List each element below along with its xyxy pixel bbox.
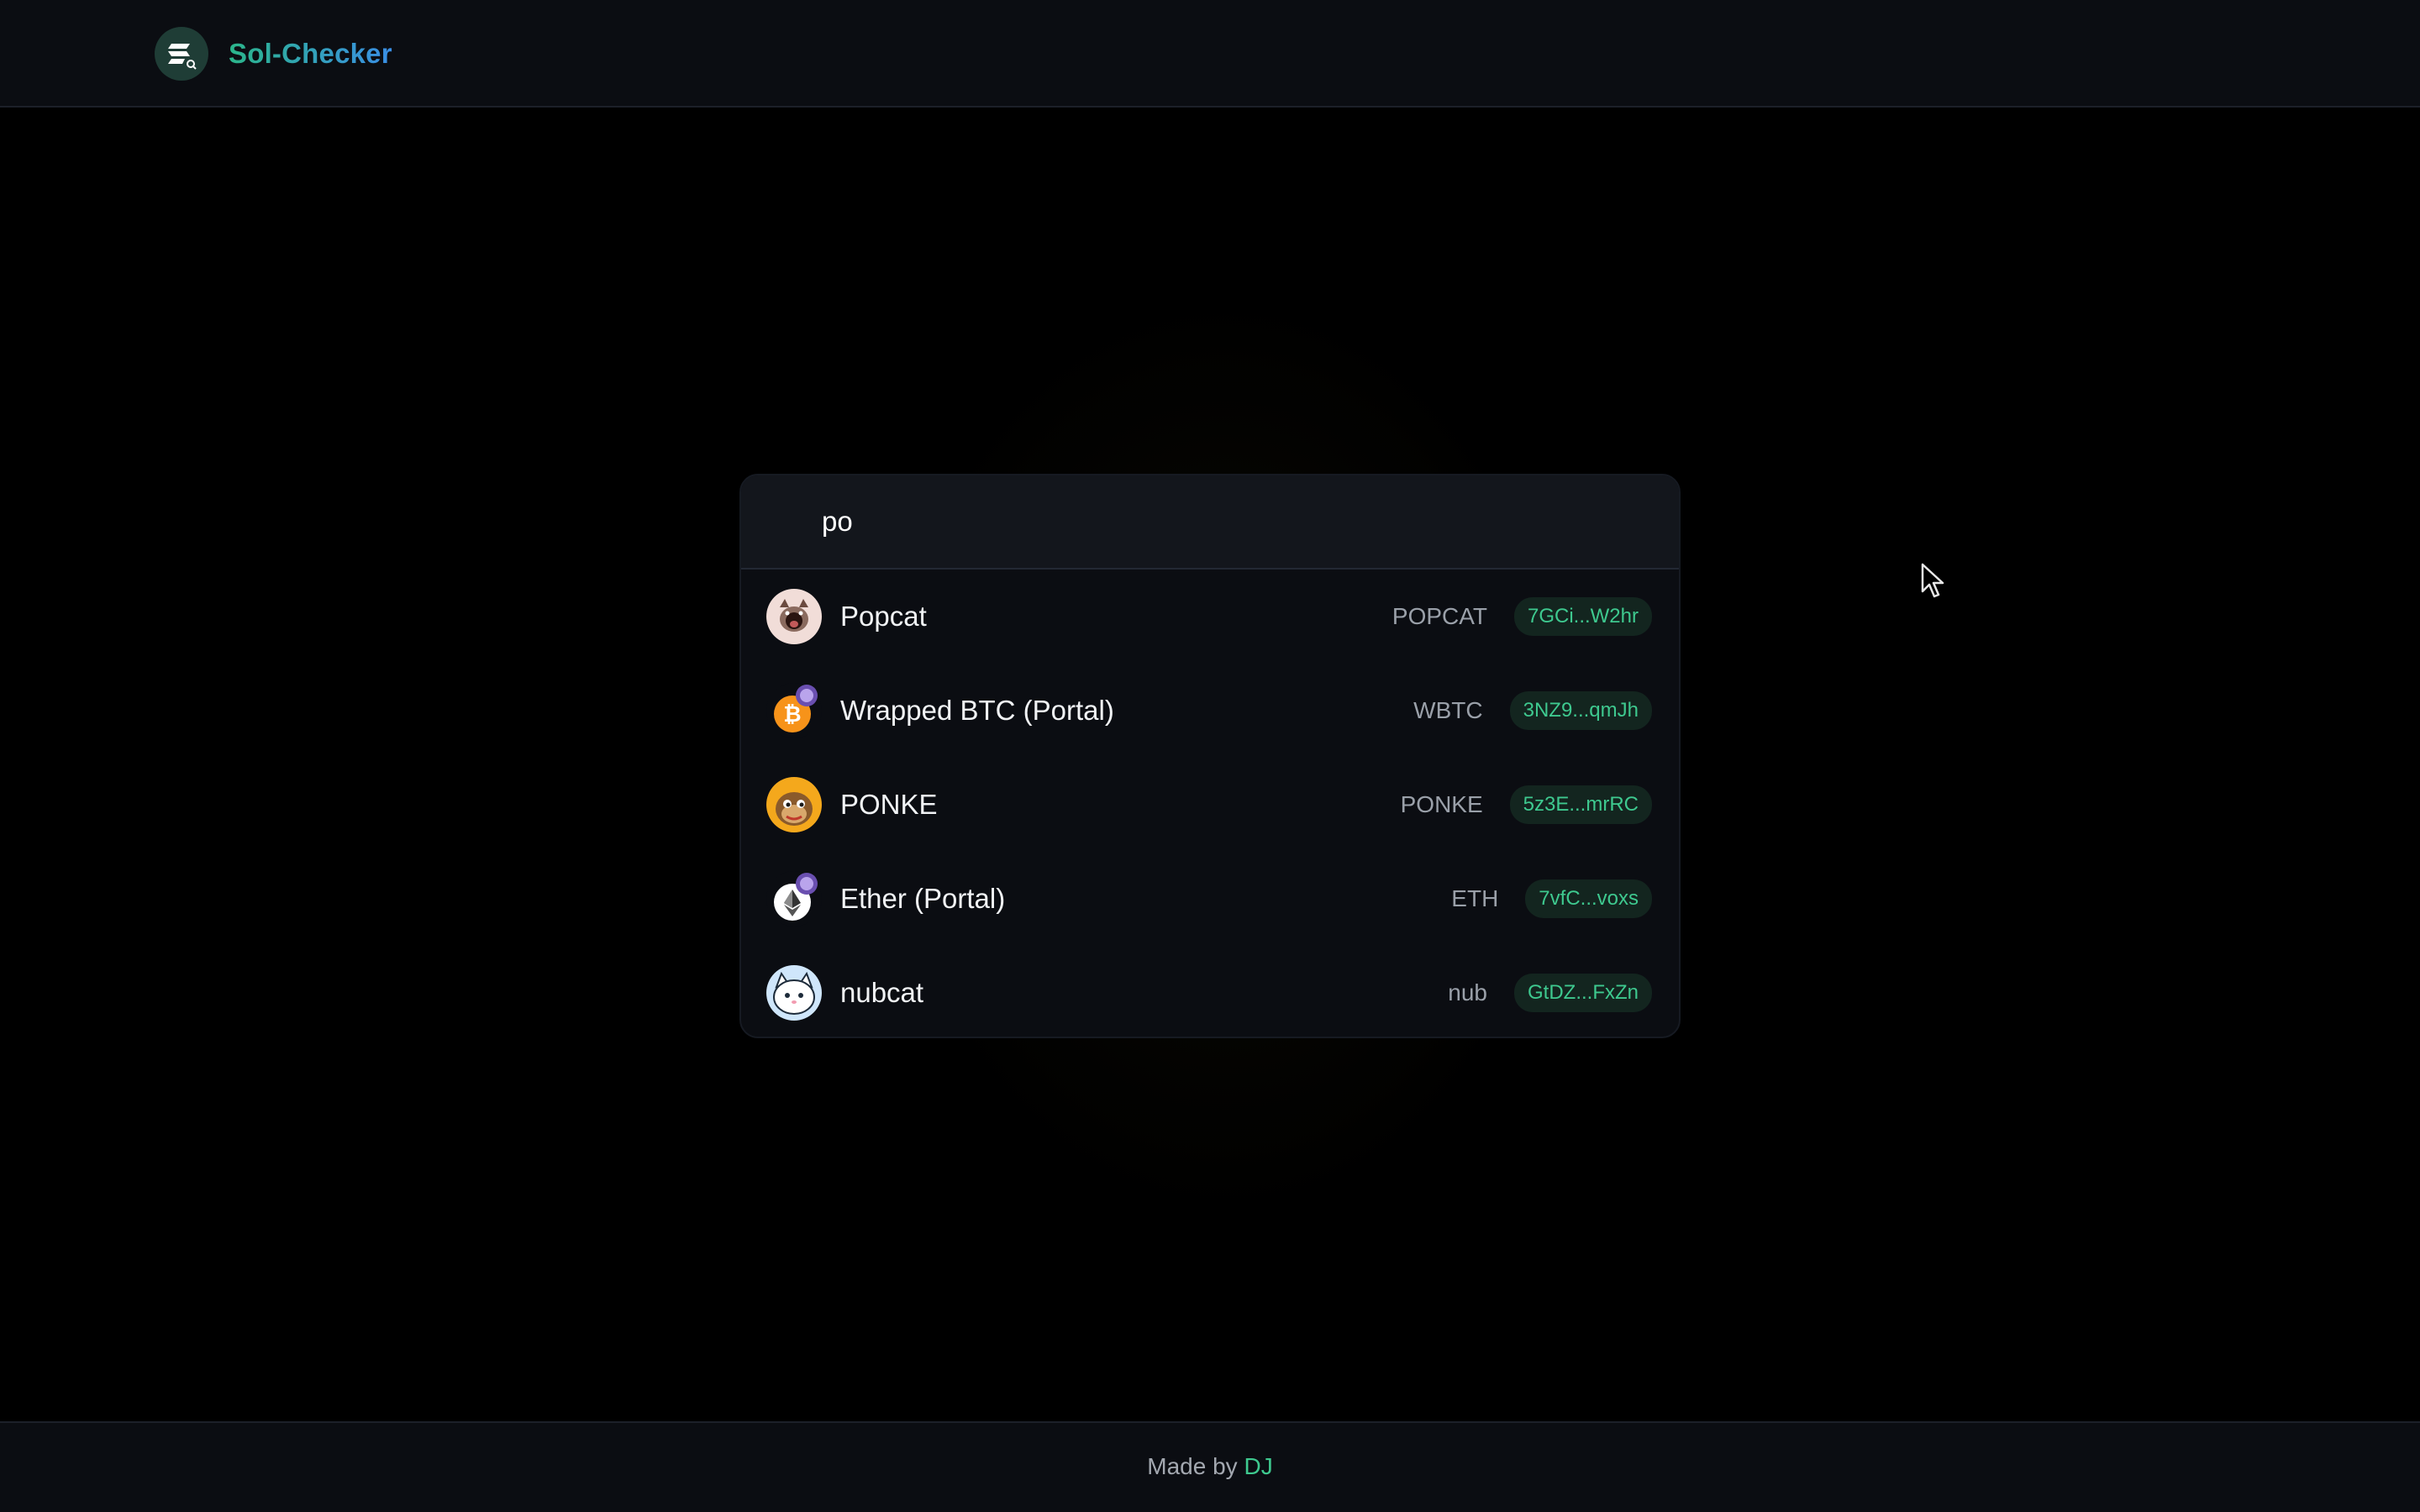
svg-text:₿: ₿ — [783, 701, 801, 727]
token-search-palette: Popcat POPCAT 7GCi...W2hr ₿ Wrapped BTC … — [739, 474, 1681, 1038]
token-address-badge[interactable]: 7vfC...voxs — [1525, 879, 1652, 918]
popcat-token-icon — [766, 589, 822, 644]
result-item-popcat[interactable]: Popcat POPCAT 7GCi...W2hr — [741, 570, 1679, 664]
token-address-badge[interactable]: 3NZ9...qmJh — [1509, 691, 1652, 730]
top-nav-bar: Sol-Checker — [0, 0, 2420, 108]
brand-name: Sol-Checker — [229, 38, 392, 69]
sol-checker-logo-icon — [155, 27, 208, 81]
footer: Made by DJ — [0, 1421, 2420, 1512]
page: Sol-Checker po Popcat POPCAT 7GCi...W2hr… — [0, 0, 2420, 1512]
token-name: PONKE — [840, 789, 938, 820]
nubcat-token-icon — [766, 965, 822, 1021]
result-item-ponke[interactable]: PONKE PONKE 5z3E...mrRC — [741, 758, 1679, 852]
author-link[interactable]: DJ — [1244, 1453, 1272, 1479]
result-item-wrapped-btc[interactable]: ₿ Wrapped BTC (Portal) WBTC 3NZ9...qmJh — [741, 664, 1679, 758]
ponke-token-icon — [766, 777, 822, 832]
token-name: Ether (Portal) — [840, 883, 1006, 914]
mouse-pointer-icon — [1921, 563, 1946, 600]
token-symbol: nub — [1448, 979, 1487, 1005]
search-row — [741, 475, 1679, 570]
search-results-list: Popcat POPCAT 7GCi...W2hr ₿ Wrapped BTC … — [741, 570, 1679, 1037]
token-symbol: PONKE — [1400, 791, 1483, 817]
token-address-badge[interactable]: GtDZ...FxZn — [1514, 974, 1652, 1012]
token-symbol: ETH — [1451, 885, 1499, 911]
token-address-badge[interactable]: 5z3E...mrRC — [1509, 785, 1652, 824]
eth-token-icon — [766, 871, 822, 927]
token-address-badge[interactable]: 7GCi...W2hr — [1513, 597, 1652, 636]
result-item-ether[interactable]: Ether (Portal) ETH 7vfC...voxs — [741, 852, 1679, 946]
token-search-input[interactable] — [822, 496, 1645, 548]
token-name: Popcat — [840, 601, 927, 632]
token-name: nubcat — [840, 977, 924, 1008]
footer-made-by-text: Made by — [1147, 1453, 1238, 1479]
brand-home-link[interactable]: Sol-Checker — [155, 27, 392, 81]
token-name: Wrapped BTC (Portal) — [840, 695, 1114, 726]
result-item-nubcat[interactable]: nubcat nub GtDZ...FxZn — [741, 946, 1679, 1037]
wbtc-token-icon: ₿ — [766, 683, 822, 738]
token-symbol: WBTC — [1413, 697, 1483, 723]
token-symbol: POPCAT — [1392, 603, 1487, 629]
